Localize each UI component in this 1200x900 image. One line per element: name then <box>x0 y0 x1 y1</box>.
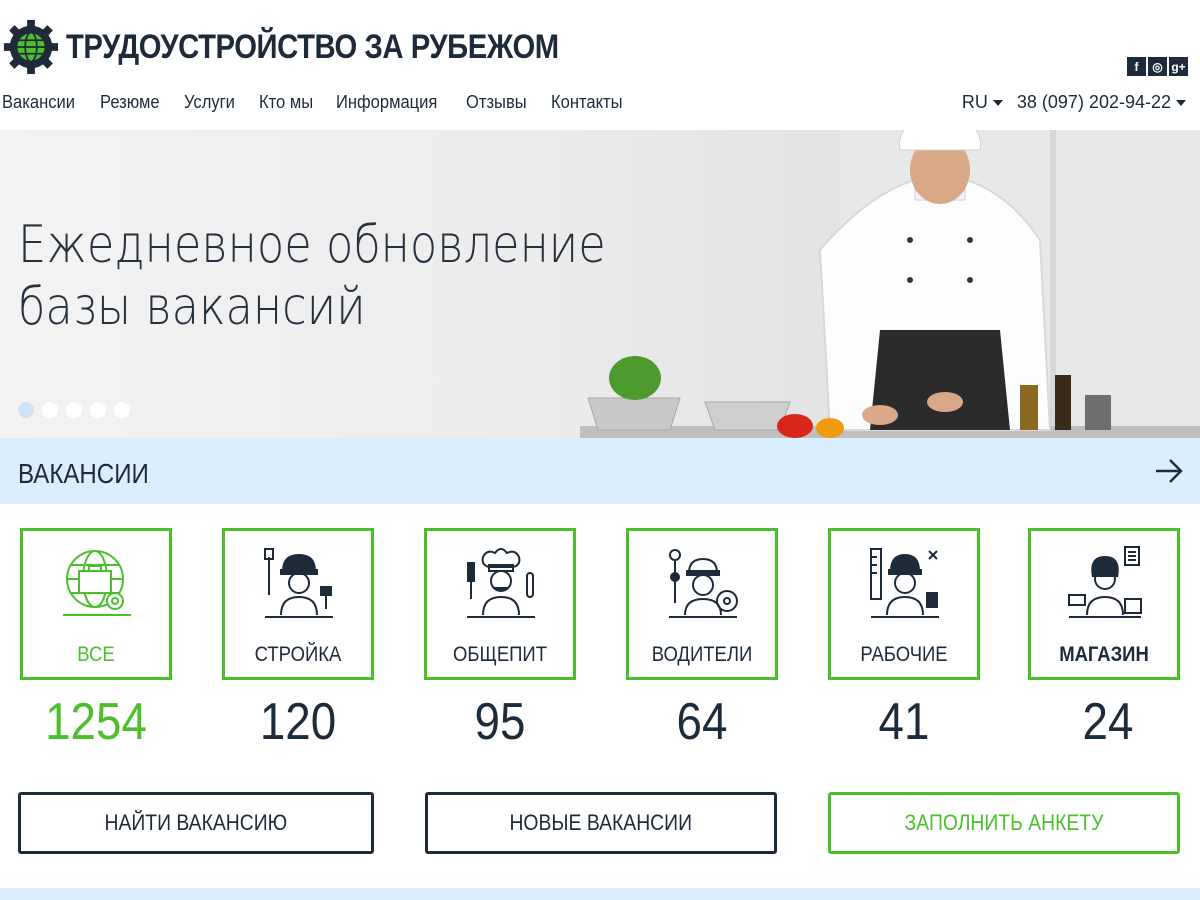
slider-dot[interactable] <box>90 402 106 418</box>
chevron-down-icon[interactable] <box>992 99 1003 106</box>
slider-dots <box>18 402 130 418</box>
nav-item-vacancies[interactable]: Вакансии <box>2 92 75 113</box>
nav-item-contacts[interactable]: Контакты <box>551 92 623 113</box>
shop-assistant-icon <box>1068 546 1142 618</box>
google-plus-icon[interactable]: g+ <box>1169 57 1188 76</box>
button-label: НОВЫЕ ВАКАНСИИ <box>509 810 693 835</box>
category-label: ВСЕ <box>77 643 115 666</box>
worker-icon <box>870 548 939 618</box>
driver-icon <box>669 549 738 618</box>
category-label: РАБОЧИЕ <box>860 643 948 666</box>
category-card-all[interactable]: ВСЕ <box>20 528 172 680</box>
category-count: 1254 <box>45 693 147 751</box>
section-divider <box>0 888 1200 900</box>
button-label: ЗАПОЛНИТЬ АНКЕТУ <box>904 810 1104 835</box>
new-vacancies-button[interactable]: НОВЫЕ ВАКАНСИИ <box>425 792 777 854</box>
section-title: ВАКАНСИИ <box>18 458 149 489</box>
nav-item-reviews[interactable]: Отзывы <box>466 92 527 113</box>
gear-globe-icon <box>3 19 59 75</box>
category-count: 95 <box>474 693 526 751</box>
hero-slider: Ежедневное обновление базы вакансий <box>0 130 1200 438</box>
site-header: ТРУДОУСТРОЙСТВО ЗА РУБЕЖОМ f ◎ g+ Ваканс… <box>0 0 1200 130</box>
chef-icon <box>467 548 535 618</box>
chevron-down-icon[interactable] <box>1176 99 1186 106</box>
logo[interactable]: ТРУДОУСТРОЙСТВО ЗА РУБЕЖОМ <box>2 18 639 76</box>
category-label: СТРОЙКА <box>254 643 342 666</box>
category-label: ОБЩЕПИТ <box>452 643 547 666</box>
category-card-construction[interactable]: СТРОЙКА <box>222 528 374 680</box>
category-label: МАГАЗИН <box>1059 643 1149 666</box>
button-label: НАЙТИ ВАКАНСИЮ <box>104 810 288 835</box>
category-card-drivers[interactable]: ВОДИТЕЛИ <box>626 528 778 680</box>
chef-photo <box>580 130 1200 438</box>
nav-right: RU 38 (097) 202-94-22 <box>962 92 1186 113</box>
instagram-icon[interactable]: ◎ <box>1148 57 1167 76</box>
hero-title: Ежедневное обновление базы вакансий <box>18 214 606 338</box>
slider-dot[interactable] <box>18 402 34 418</box>
category-card-shop[interactable]: МАГАЗИН <box>1028 528 1180 680</box>
find-vacancy-button[interactable]: НАЙТИ ВАКАНСИЮ <box>18 792 374 854</box>
builder-icon <box>264 548 333 618</box>
slider-dot[interactable] <box>114 402 130 418</box>
nav-item-about[interactable]: Кто мы <box>259 92 313 113</box>
globe-briefcase-icon <box>63 550 131 616</box>
category-count: 120 <box>259 693 337 751</box>
nav-item-resume[interactable]: Резюме <box>100 92 160 113</box>
slider-dot[interactable] <box>42 402 58 418</box>
nav-item-services[interactable]: Услуги <box>184 92 235 113</box>
fill-form-button[interactable]: ЗАПОЛНИТЬ АНКЕТУ <box>828 792 1180 854</box>
main-nav: Вакансии Резюме Услуги Кто мы Информация… <box>2 92 647 113</box>
hero-line-1: Ежедневное обновление <box>18 215 606 275</box>
brand-name: ТРУДОУСТРОЙСТВО ЗА РУБЕЖОМ <box>66 27 559 66</box>
vacancies-section-header: ВАКАНСИИ <box>0 438 1200 504</box>
category-card-catering[interactable]: ОБЩЕПИТ <box>424 528 576 680</box>
facebook-icon[interactable]: f <box>1127 57 1146 76</box>
arrow-right-icon[interactable] <box>1154 458 1184 484</box>
phone-number[interactable]: 38 (097) 202-94-22 <box>1017 92 1171 113</box>
social-links: f ◎ g+ <box>1127 57 1188 76</box>
category-count: 64 <box>676 693 728 751</box>
category-count: 24 <box>1082 693 1134 751</box>
hero-line-2: базы вакансий <box>18 277 366 337</box>
category-label: ВОДИТЕЛИ <box>651 643 753 666</box>
slider-dot[interactable] <box>66 402 82 418</box>
category-count: 41 <box>878 693 930 751</box>
category-card-workers[interactable]: РАБОЧИЕ <box>828 528 980 680</box>
language-selector[interactable]: RU <box>962 92 988 113</box>
nav-item-info[interactable]: Информация <box>336 92 437 113</box>
